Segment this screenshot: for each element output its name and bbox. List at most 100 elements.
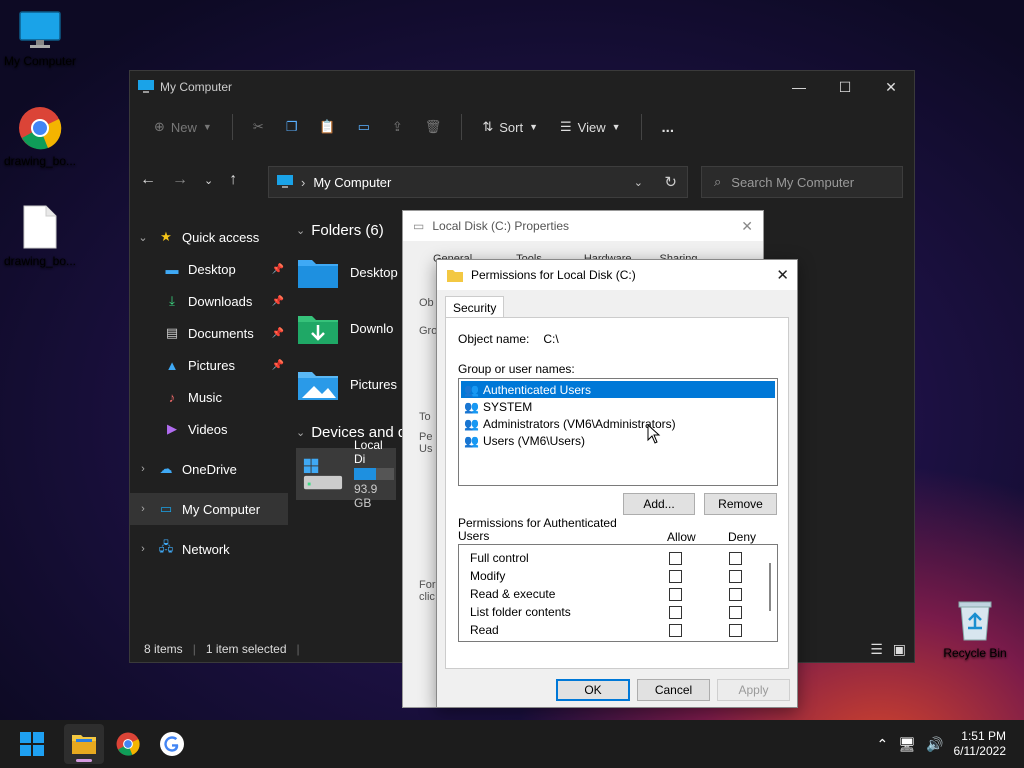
breadcrumb-my-computer[interactable]: My Computer bbox=[313, 175, 391, 190]
sidebar-item-downloads[interactable]: ⤓ Downloads 📌 bbox=[130, 285, 288, 317]
drive-item-local-disk[interactable]: Local Di 93.9 GB bbox=[296, 438, 396, 510]
explorer-titlebar: My Computer — ☐ ✕ bbox=[130, 71, 914, 103]
list-item[interactable]: 👥 SYSTEM bbox=[459, 398, 777, 415]
chevron-right-icon[interactable]: › bbox=[130, 503, 156, 515]
refresh-icon[interactable]: ↻ bbox=[664, 173, 677, 191]
deny-checkbox[interactable] bbox=[729, 569, 742, 583]
add-button[interactable]: Add... bbox=[623, 493, 695, 515]
recent-dropdown-icon[interactable]: ⌄ bbox=[204, 171, 213, 189]
allow-checkbox[interactable] bbox=[669, 623, 682, 637]
apply-button[interactable]: Apply bbox=[717, 679, 790, 701]
chevron-down-icon: ⌄ bbox=[296, 426, 306, 439]
sidebar-item-pictures[interactable]: ▲ Pictures 📌 bbox=[130, 349, 288, 381]
paste-button[interactable]: 📋 bbox=[311, 113, 343, 141]
chevron-down-icon[interactable]: ⌄ bbox=[130, 231, 156, 244]
address-bar[interactable]: › My Computer ⌄ ↻ bbox=[268, 166, 688, 198]
star-icon: ★ bbox=[160, 229, 172, 244]
documents-icon: ▤ bbox=[165, 325, 179, 340]
clock-date: 6/11/2022 bbox=[953, 744, 1007, 758]
folder-label: Pictures bbox=[350, 376, 397, 392]
cancel-button[interactable]: Cancel bbox=[637, 679, 710, 701]
desktop-icon-recycle-bin[interactable]: Recycle Bin bbox=[935, 598, 1015, 660]
list-item[interactable]: 👥 Administrators (VM6\Administrators) bbox=[459, 415, 777, 432]
sidebar-item-videos[interactable]: ▶ Videos bbox=[130, 413, 288, 445]
tiles-view-icon[interactable]: ▣ bbox=[893, 641, 906, 658]
details-view-icon[interactable]: ☰ bbox=[870, 641, 883, 658]
remove-button[interactable]: Remove bbox=[704, 493, 777, 515]
user-name: Authenticated Users bbox=[482, 382, 592, 397]
taskbar-chrome[interactable] bbox=[108, 724, 148, 764]
table-row: Read bbox=[459, 621, 777, 639]
chevron-right-icon[interactable]: › bbox=[130, 543, 156, 555]
permissions-scrollbar[interactable] bbox=[765, 547, 775, 641]
monitor-icon bbox=[19, 11, 61, 48]
ok-button[interactable]: OK bbox=[556, 679, 630, 701]
list-item[interactable]: 👥 Users (VM6\Users) bbox=[459, 432, 777, 449]
chevron-right-icon[interactable]: › bbox=[130, 463, 156, 475]
videos-icon: ▶ bbox=[167, 421, 177, 436]
share-button[interactable]: ⇪ bbox=[384, 113, 411, 141]
minimize-button[interactable]: — bbox=[776, 79, 822, 96]
allow-checkbox[interactable] bbox=[669, 569, 682, 583]
sidebar-item-documents[interactable]: ▤ Documents 📌 bbox=[130, 317, 288, 349]
paste-icon: 📋 bbox=[319, 119, 336, 134]
user-name: SYSTEM bbox=[482, 399, 533, 414]
up-arrow-icon[interactable]: ↑ bbox=[229, 171, 237, 189]
start-button[interactable] bbox=[12, 724, 52, 764]
desktop-icon-my-computer[interactable]: My Computer bbox=[0, 10, 80, 68]
permissions-for-line2: Users bbox=[458, 529, 490, 543]
address-dropdown-icon[interactable]: ⌄ bbox=[634, 176, 643, 189]
cut-button[interactable]: ✂ bbox=[245, 113, 272, 141]
new-button[interactable]: ⊕ New ▼ bbox=[146, 113, 220, 141]
deny-checkbox[interactable] bbox=[729, 623, 742, 637]
sidebar-item-my-computer[interactable]: › ▭ My Computer bbox=[130, 493, 288, 525]
list-item[interactable]: 👥 Authenticated Users bbox=[461, 381, 775, 398]
deny-checkbox[interactable] bbox=[729, 551, 742, 565]
sidebar-item-label: Quick access bbox=[182, 229, 260, 245]
tab-security[interactable]: Security bbox=[445, 296, 505, 318]
forward-arrow-icon[interactable]: → bbox=[172, 171, 188, 189]
copy-button[interactable]: ❐ bbox=[278, 113, 306, 141]
drive-name: Local Di bbox=[353, 438, 383, 466]
allow-checkbox[interactable] bbox=[669, 605, 682, 619]
sidebar-item-quick-access[interactable]: ⌄ ★ Quick access bbox=[130, 221, 288, 253]
search-input[interactable]: ⌕ Search My Computer bbox=[701, 166, 903, 198]
sidebar-item-network[interactable]: › 🖧 Network bbox=[130, 533, 288, 565]
close-icon[interactable]: ✕ bbox=[776, 266, 789, 284]
sidebar-item-desktop[interactable]: ▬ Desktop 📌 bbox=[130, 253, 288, 285]
back-arrow-icon[interactable]: ← bbox=[140, 171, 156, 189]
security-tab-panel: Object name: C:\ Group or user names: 👥 … bbox=[445, 317, 789, 669]
deny-checkbox[interactable] bbox=[729, 605, 742, 619]
users-group-icon: 👥 bbox=[464, 382, 479, 397]
system-tray: ⌃ 🖥 🔊 1:51 PM 6/11/2022 bbox=[877, 720, 1024, 768]
allow-checkbox[interactable] bbox=[669, 551, 682, 565]
desktop-icon-drawing-file[interactable]: drawing_bo... bbox=[0, 204, 80, 268]
sidebar-item-music[interactable]: ♪ Music bbox=[130, 381, 288, 413]
sort-button[interactable]: ⇅ Sort ▼ bbox=[474, 113, 546, 141]
volume-icon[interactable]: 🔊 bbox=[926, 736, 943, 753]
rename-button[interactable]: ▭ bbox=[350, 113, 378, 141]
network-status-icon[interactable]: 🖥 bbox=[898, 736, 916, 753]
taskbar: ⌃ 🖥 🔊 1:51 PM 6/11/2022 bbox=[0, 720, 1024, 768]
sidebar-item-onedrive[interactable]: › ☁ OneDrive bbox=[130, 453, 288, 485]
scrollbar-thumb[interactable] bbox=[769, 563, 771, 611]
network-icon: 🖧 bbox=[158, 539, 174, 554]
close-button[interactable]: ✕ bbox=[868, 79, 914, 96]
desktop-icon-drawing-chrome[interactable]: drawing_bo... bbox=[0, 106, 80, 168]
deny-checkbox[interactable] bbox=[729, 587, 742, 601]
taskbar-file-explorer[interactable] bbox=[64, 724, 104, 764]
taskbar-google[interactable] bbox=[152, 724, 192, 764]
show-hidden-icons-icon[interactable]: ⌃ bbox=[877, 736, 889, 753]
maximize-button[interactable]: ☐ bbox=[822, 79, 868, 96]
mouse-cursor-icon bbox=[647, 424, 661, 444]
view-icon: ☰ bbox=[559, 119, 572, 134]
allow-checkbox[interactable] bbox=[669, 587, 682, 601]
object-name-row: Object name: C:\ bbox=[458, 332, 559, 346]
view-button[interactable]: ☰ View ▼ bbox=[552, 113, 629, 141]
close-icon[interactable]: ✕ bbox=[741, 218, 753, 235]
clock[interactable]: 1:51 PM 6/11/2022 bbox=[954, 729, 1007, 759]
delete-button[interactable]: 🗑 bbox=[417, 113, 450, 141]
more-options-button[interactable]: ... bbox=[654, 113, 683, 142]
users-list[interactable]: 👥 Authenticated Users 👥 SYSTEM 👥 Adminis… bbox=[458, 378, 778, 486]
hard-drive-icon bbox=[303, 458, 343, 490]
